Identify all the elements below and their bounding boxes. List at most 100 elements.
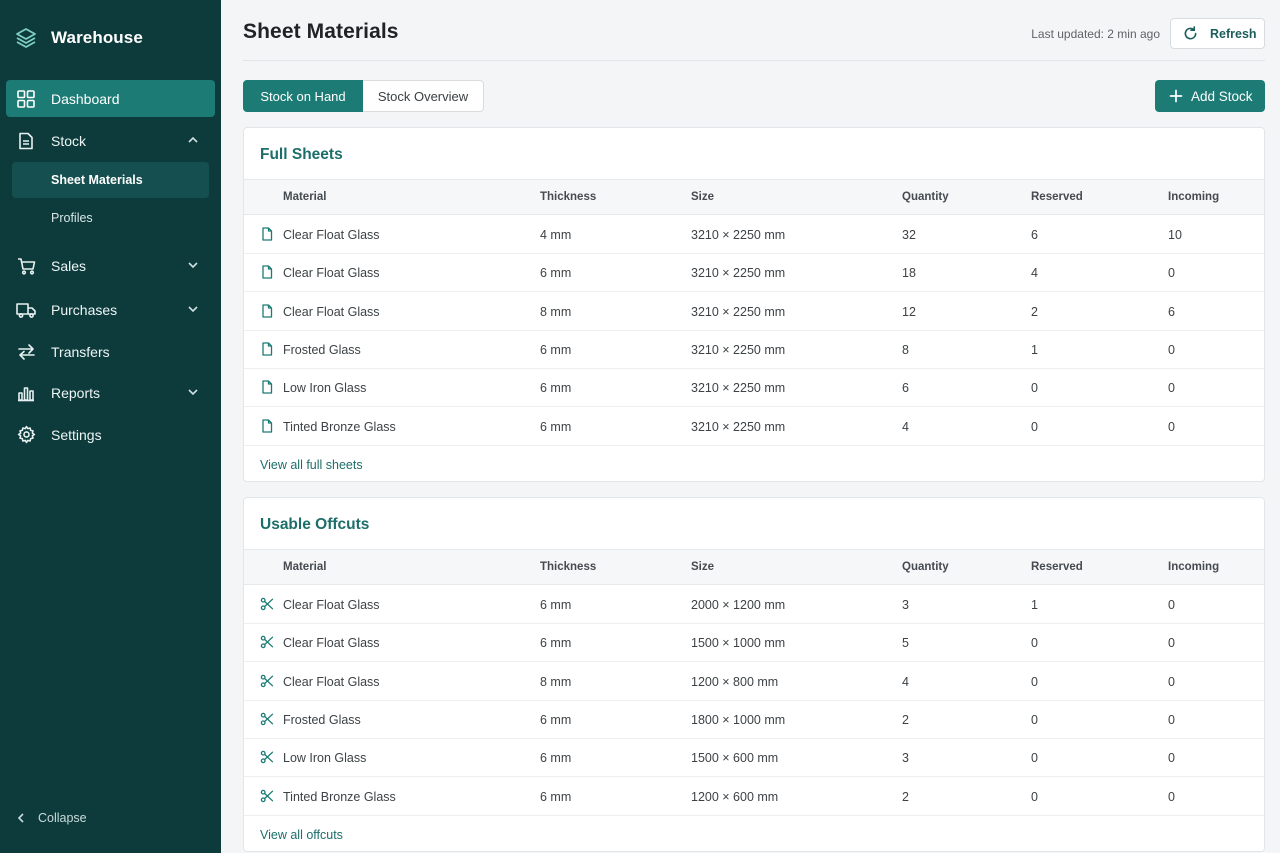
scissors-icon xyxy=(260,750,274,764)
cell-thickness: 6 mm xyxy=(540,636,572,651)
sidebar-item-sales[interactable]: Sales xyxy=(6,247,215,284)
tab-stock-overview[interactable]: Stock Overview xyxy=(363,80,484,112)
table-row[interactable]: Frosted Glass 6 mm 1800 × 1000 mm 2 0 0 xyxy=(244,701,1264,739)
collapse-label: Collapse xyxy=(38,811,87,825)
cell-reserved: 0 xyxy=(1031,381,1038,396)
full-sheets-card: Full Sheets Material Thickness Size Quan… xyxy=(243,127,1265,482)
view-all-full-sheets-link[interactable]: View all full sheets xyxy=(260,458,363,472)
column-header-material[interactable]: Material xyxy=(283,561,326,573)
cell-quantity: 5 xyxy=(902,636,909,651)
table-header: Material Thickness Size Quantity Reserve… xyxy=(244,549,1264,585)
view-all-offcuts-link[interactable]: View all offcuts xyxy=(260,828,343,842)
table-row[interactable]: Clear Float Glass 6 mm 3210 × 2250 mm 18 4 0 xyxy=(244,254,1264,293)
brand[interactable]: Warehouse xyxy=(14,24,143,52)
document-icon xyxy=(16,131,36,151)
cell-thickness: 6 mm xyxy=(540,266,572,281)
cell-incoming: 0 xyxy=(1168,266,1175,281)
sidebar-item-reports[interactable]: Reports xyxy=(6,374,215,411)
column-header-quantity[interactable]: Quantity xyxy=(902,561,949,573)
table-row[interactable]: Clear Float Glass 4 mm 3210 × 2250 mm 32 6 10 xyxy=(244,216,1264,254)
gear-icon xyxy=(16,425,36,445)
table-row[interactable]: Clear Float Glass 8 mm 1200 × 800 mm 4 0 0 xyxy=(244,663,1264,701)
table-row[interactable]: Clear Float Glass 6 mm 2000 × 1200 mm 3 1 0 xyxy=(244,586,1264,624)
sidebar-item-dashboard[interactable]: Dashboard xyxy=(6,80,215,117)
sidebar-subitem-profiles[interactable]: Profiles xyxy=(12,200,209,236)
cell-thickness: 8 mm xyxy=(540,304,572,319)
cell-material: Clear Float Glass xyxy=(283,266,380,281)
bar-chart-icon xyxy=(16,383,36,403)
header-divider xyxy=(243,60,1265,61)
chevron-up-icon xyxy=(188,136,198,143)
cell-reserved: 6 xyxy=(1031,228,1038,242)
column-header-size[interactable]: Size xyxy=(691,191,714,203)
table-row[interactable]: Low Iron Glass 6 mm 1500 × 600 mm 3 0 0 xyxy=(244,739,1264,778)
cell-quantity: 3 xyxy=(902,751,909,766)
table-row[interactable]: Tinted Bronze Glass 6 mm 1200 × 600 mm 2 0 0 xyxy=(244,778,1264,816)
cell-quantity: 6 xyxy=(902,381,909,396)
cell-thickness: 6 mm xyxy=(540,419,572,434)
sidebar-item-purchases[interactable]: Purchases xyxy=(6,291,215,328)
app-name: Warehouse xyxy=(51,28,143,47)
cell-incoming: 0 xyxy=(1168,381,1175,396)
cell-quantity: 2 xyxy=(902,712,909,727)
table-row[interactable]: Clear Float Glass 8 mm 3210 × 2250 mm 12 2 6 xyxy=(244,293,1264,331)
tab-stock-on-hand[interactable]: Stock on Hand xyxy=(243,80,363,112)
cell-reserved: 0 xyxy=(1031,674,1038,689)
column-header-thickness[interactable]: Thickness xyxy=(540,191,596,203)
truck-icon xyxy=(16,300,36,320)
sidebar-item-label: Transfers xyxy=(51,343,110,360)
cell-incoming: 0 xyxy=(1168,789,1175,804)
cell-incoming: 0 xyxy=(1168,636,1175,651)
cell-thickness: 6 mm xyxy=(540,342,572,357)
sidebar-item-stock[interactable]: Stock xyxy=(6,122,215,159)
cell-reserved: 1 xyxy=(1031,598,1038,612)
sidebar-item-settings[interactable]: Settings xyxy=(6,416,215,453)
column-header-quantity[interactable]: Quantity xyxy=(902,191,949,203)
column-header-incoming[interactable]: Incoming xyxy=(1168,191,1219,203)
sidebar-subitem-label: Sheet Materials xyxy=(51,173,143,187)
column-header-material[interactable]: Material xyxy=(283,191,326,203)
refresh-label: Refresh xyxy=(1210,26,1257,41)
collapse-button[interactable]: Collapse xyxy=(16,811,87,825)
cell-size: 1800 × 1000 mm xyxy=(691,712,786,727)
cell-material: Tinted Bronze Glass xyxy=(283,789,396,804)
last-updated-text: Last updated: 2 min ago xyxy=(1031,27,1160,41)
column-header-reserved[interactable]: Reserved xyxy=(1031,191,1083,203)
cell-material: Frosted Glass xyxy=(283,342,361,357)
cell-incoming: 0 xyxy=(1168,674,1175,689)
cell-reserved: 4 xyxy=(1031,266,1038,281)
cell-reserved: 2 xyxy=(1031,304,1038,319)
refresh-button[interactable]: Refresh xyxy=(1170,18,1265,49)
table-row[interactable]: Low Iron Glass 6 mm 3210 × 2250 mm 6 0 0 xyxy=(244,369,1264,408)
chevron-left-icon xyxy=(17,813,24,823)
cell-incoming: 0 xyxy=(1168,342,1175,357)
cell-incoming: 6 xyxy=(1168,304,1175,319)
cell-material: Low Iron Glass xyxy=(283,381,367,396)
table-row[interactable]: Frosted Glass 6 mm 3210 × 2250 mm 8 1 0 xyxy=(244,331,1264,369)
table-row[interactable]: Clear Float Glass 6 mm 1500 × 1000 mm 5 0 0 xyxy=(244,624,1264,663)
scissors-icon xyxy=(260,597,274,611)
file-icon xyxy=(262,342,273,356)
cell-material: Clear Float Glass xyxy=(283,228,380,242)
sidebar-item-label: Stock xyxy=(51,132,87,149)
sidebar-item-label: Purchases xyxy=(51,301,118,318)
column-header-reserved[interactable]: Reserved xyxy=(1031,561,1083,573)
cell-material: Clear Float Glass xyxy=(283,674,380,689)
cell-thickness: 6 mm xyxy=(540,789,572,804)
sidebar-subitem-sheet-materials[interactable]: Sheet Materials xyxy=(12,162,209,198)
table-header: Material Thickness Size Quantity Reserve… xyxy=(244,179,1264,215)
transfer-icon xyxy=(16,342,36,362)
cell-reserved: 0 xyxy=(1031,636,1038,651)
cell-size: 1500 × 1000 mm xyxy=(691,636,786,651)
table-row[interactable]: Tinted Bronze Glass 6 mm 3210 × 2250 mm 4 0 0 xyxy=(244,408,1264,446)
cell-incoming: 0 xyxy=(1168,712,1175,727)
add-stock-button[interactable]: Add Stock xyxy=(1155,80,1265,112)
column-header-size[interactable]: Size xyxy=(691,561,714,573)
column-header-thickness[interactable]: Thickness xyxy=(540,561,596,573)
cell-reserved: 0 xyxy=(1031,712,1038,727)
chevron-down-icon xyxy=(188,262,198,269)
sidebar-item-transfers[interactable]: Transfers xyxy=(6,333,215,370)
column-header-incoming[interactable]: Incoming xyxy=(1168,561,1219,573)
usable-offcuts-card: Usable Offcuts Material Thickness Size Q… xyxy=(243,497,1265,852)
dashboard-icon xyxy=(16,89,36,109)
